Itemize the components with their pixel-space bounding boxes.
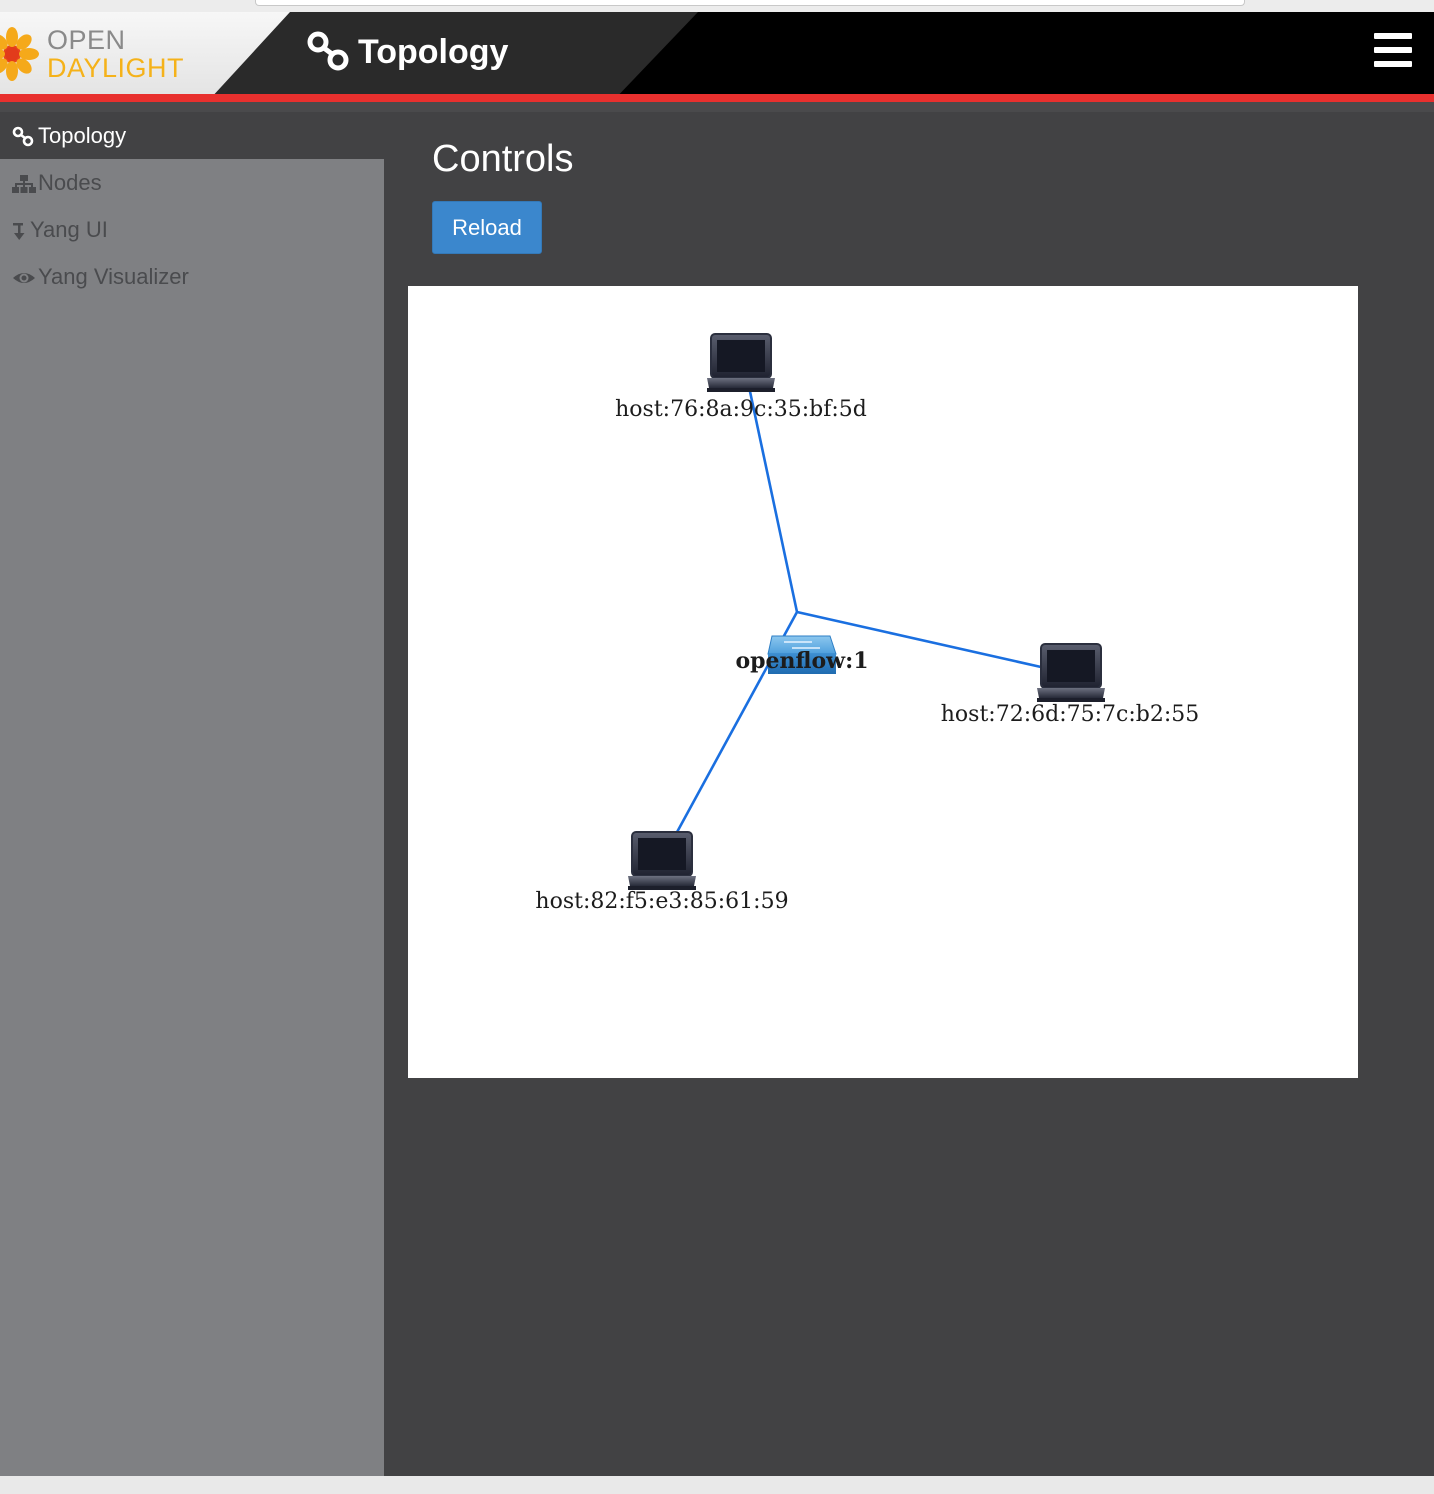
host-node[interactable]: [627, 831, 697, 891]
sidebar-item-label: Topology: [38, 123, 127, 148]
hamburger-menu-button[interactable]: [1370, 30, 1414, 70]
sidebar-item-label: Yang Visualizer: [38, 264, 189, 289]
hamburger-icon: [1374, 33, 1412, 39]
sitemap-icon: [12, 173, 38, 195]
laptop-icon: [706, 333, 776, 393]
accent-divider: [0, 94, 1434, 102]
eye-icon: [12, 267, 38, 289]
switch-label: openflow:1: [735, 648, 868, 674]
address-bar[interactable]: [255, 0, 1245, 6]
browser-bottom-strip: [0, 1476, 1434, 1494]
sidebar-item-topology[interactable]: Topology: [0, 112, 384, 159]
sidebar-item-yang-ui[interactable]: Yang UI: [0, 206, 384, 253]
logo-text-daylight: DAYLIGHT: [47, 53, 185, 83]
host-label: host:76:8a:9c:35:bf:5d: [615, 397, 867, 422]
browser-chrome-strip: [0, 0, 1434, 12]
reload-button[interactable]: Reload: [432, 201, 542, 254]
topology-graph: openflow:1 host:76:8a:9c:35:bf:5d host:72:…: [535, 333, 1199, 914]
controls-heading: Controls: [432, 138, 574, 180]
logo-text-open: OPEN: [47, 25, 126, 55]
nodes-layer: openflow:1 host:76:8a:9c:35:bf:5d host:72:…: [535, 333, 1199, 914]
host-label: host:82:f5:e3:85:61:59: [535, 889, 788, 914]
laptop-icon: [627, 831, 697, 891]
host-label: host:72:6d:75:7c:b2:55: [941, 702, 1199, 727]
hamburger-icon-bar: [1374, 47, 1412, 53]
arrow-down-icon: [12, 220, 30, 242]
sidebar-item-nodes[interactable]: Nodes: [0, 159, 384, 206]
page-title: Topology: [358, 33, 509, 71]
topology-icon: [12, 126, 38, 148]
host-node[interactable]: [706, 333, 776, 393]
laptop-icon: [1036, 643, 1106, 703]
sidebar-item-yang-visualizer[interactable]: Yang Visualizer: [0, 253, 384, 300]
host-node[interactable]: [1036, 643, 1106, 703]
sidebar-item-label: Nodes: [38, 170, 102, 195]
hamburger-icon-bar: [1374, 61, 1412, 67]
sidebar: Topology Nodes Yang UI Yang Visualizer: [0, 112, 384, 1476]
links-layer: [674, 367, 1042, 835]
topology-icon: [307, 31, 349, 71]
opendaylight-flower-icon: [0, 27, 39, 81]
sidebar-item-label: Yang UI: [30, 217, 108, 242]
topology-graph-canvas[interactable]: openflow:1 host:76:8a:9c:35:bf:5d host:72:…: [408, 286, 1358, 1078]
header-shadow-band: [0, 102, 1434, 112]
